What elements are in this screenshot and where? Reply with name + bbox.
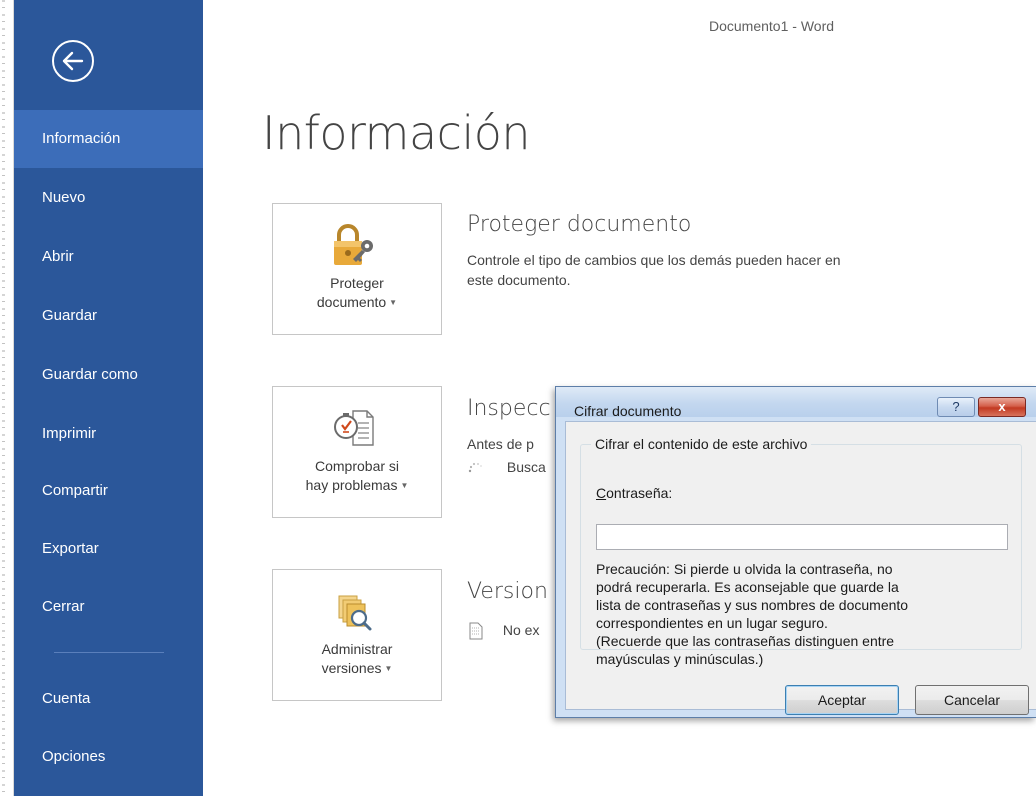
caution-line: (Recuerde que las contraseñas distinguen… [596, 633, 895, 649]
tile-label-line: hay problemas [305, 477, 398, 493]
versions-heading: Version [467, 579, 548, 604]
nav-item-nuevo[interactable]: Nuevo [14, 169, 203, 227]
group-label: Cifrar el contenido de este archivo [591, 436, 812, 452]
document-icon [469, 622, 483, 640]
caution-text: Precaución: Si pierde u olvida la contra… [596, 560, 1016, 668]
caution-line: correspondientes en un lugar seguro. [596, 615, 828, 631]
nav-item-opciones[interactable]: Opciones [14, 728, 203, 786]
back-arrow-icon [62, 51, 84, 71]
cancel-button[interactable]: Cancelar [915, 685, 1029, 715]
versions-icon [338, 595, 372, 631]
nav-item-imprimir[interactable]: Imprimir [14, 405, 203, 463]
word-backstage-window: Información Nuevo Abrir Guardar Guardar … [0, 0, 1036, 796]
window-title: Documento1 - Word [709, 18, 835, 34]
encrypt-document-dialog: Cifrar documento ? x Cifrar el contenido… [555, 386, 1036, 718]
description-line: Controle el tipo de cambios que los demá… [467, 252, 841, 268]
dialog-body: Cifrar el contenido de este archivo Cont… [565, 421, 1036, 715]
dropdown-caret-icon: ▼ [389, 298, 398, 307]
password-input[interactable] [596, 524, 1008, 550]
loading-spinner-icon [468, 463, 482, 473]
nav-item-exportar[interactable]: Exportar [14, 520, 203, 578]
help-button[interactable]: ? [937, 397, 975, 417]
inspect-document-icon [334, 410, 374, 446]
close-button[interactable]: x [978, 397, 1026, 417]
tile-label-line: documento [316, 294, 387, 310]
dropdown-caret-icon: ▼ [400, 481, 409, 490]
inspect-description: Antes de p [467, 434, 534, 454]
protect-document-label: Proteger documento ▼ [273, 274, 441, 312]
tile-label-line: Comprobar si [314, 458, 400, 474]
tile-label-line: Proteger [330, 275, 384, 291]
protect-document-button[interactable]: Proteger documento ▼ [272, 203, 442, 335]
lock-key-icon [334, 224, 373, 265]
password-label-text: ontraseña: [606, 485, 673, 501]
description-line: este documento. [467, 272, 571, 288]
nav-item-compartir[interactable]: Compartir [14, 462, 203, 520]
inspect-heading: Inspecc [467, 396, 551, 421]
nav-item-guardar[interactable]: Guardar [14, 287, 203, 345]
ok-button[interactable]: Aceptar [785, 685, 899, 715]
protect-heading: Proteger documento [467, 212, 692, 237]
window-edge [0, 0, 14, 796]
caution-line: podrá recuperarla. Es aconsejable que gu… [596, 579, 899, 595]
protect-description: Controle el tipo de cambios que los demá… [467, 250, 841, 290]
password-label: Contraseña: [596, 485, 672, 501]
inspect-status: Busca [467, 457, 546, 477]
close-icon: x [998, 399, 1006, 414]
nav-item-abrir[interactable]: Abrir [14, 228, 203, 286]
manage-versions-button[interactable]: Administrar versiones ▼ [272, 569, 442, 701]
password-label-accelerator: C [596, 485, 607, 501]
nav-item-cuenta[interactable]: Cuenta [14, 670, 203, 728]
nav-item-guardar-como[interactable]: Guardar como [14, 346, 203, 404]
check-issues-button[interactable]: Comprobar si hay problemas ▼ [272, 386, 442, 518]
tile-label-line: versiones [321, 660, 382, 676]
dropdown-caret-icon: ▼ [384, 664, 393, 673]
caution-line: mayúsculas y minúsculas.) [596, 651, 764, 667]
encrypt-groupbox: Cifrar el contenido de este archivo Cont… [580, 436, 1022, 667]
help-icon: ? [952, 399, 960, 414]
manage-versions-label: Administrar versiones ▼ [273, 640, 441, 678]
tile-label-line: Administrar [321, 641, 393, 657]
versions-status-text: No ex [502, 622, 540, 638]
backstage-nav: Información Nuevo Abrir Guardar Guardar … [14, 0, 203, 796]
caution-line: Precaución: Si pierde u olvida la contra… [596, 561, 893, 577]
versions-status: No ex [467, 620, 539, 640]
nav-divider [54, 652, 164, 653]
back-button[interactable] [52, 40, 94, 82]
dialog-title: Cifrar documento [574, 403, 682, 419]
caution-line: lista de contraseñas y sus nombres de do… [596, 597, 909, 613]
nav-item-cerrar[interactable]: Cerrar [14, 578, 203, 636]
description-line: Antes de p [467, 436, 534, 452]
page-title: Información [262, 106, 531, 160]
check-issues-label: Comprobar si hay problemas ▼ [273, 457, 441, 495]
nav-item-informacion[interactable]: Información [14, 110, 203, 168]
inspect-status-text: Busca [506, 459, 546, 475]
